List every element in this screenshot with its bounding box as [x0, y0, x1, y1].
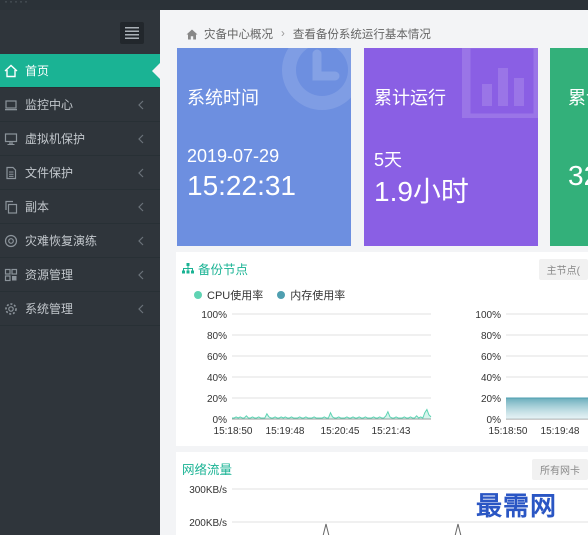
breadcrumb-separator-icon: › [281, 28, 285, 40]
legend-dot [277, 291, 286, 299]
card-time: 15:22:31 [187, 170, 296, 201]
panel-title: 备份节点 [182, 259, 248, 278]
x-tick-label: 15:19:48 [541, 426, 580, 437]
y-tick-label: 60% [207, 352, 227, 363]
bar-chart-icon [462, 48, 538, 118]
card-days: 5天 [374, 150, 403, 170]
sidebar-item-label: 资源管理 [25, 268, 74, 282]
sitemap-icon [182, 263, 194, 274]
breadcrumb-home[interactable]: 灾备中心概况 [204, 26, 273, 42]
cpu-memory-chart: 0% 20% 40% 60% 80% 100% 15:18:50 15:19:48 15:20:… [201, 310, 588, 437]
sidebar-item-copies[interactable]: 副本 [0, 190, 160, 224]
copy-icon [4, 200, 18, 214]
app-title: ····· [4, 0, 29, 8]
chart-legend: CPU使用率 内存使用率 [194, 287, 359, 303]
sidebar-item-home[interactable]: 首页 [0, 54, 160, 88]
y-tick-label: 20% [481, 394, 501, 405]
chevron-left-icon [138, 99, 144, 113]
y-tick-label: 300KB/s [189, 485, 227, 496]
x-tick-label: 15:20:45 [321, 426, 360, 437]
sidebar-item-monitor[interactable]: 监控中心 [0, 88, 160, 122]
panel-title: 网络流量 [182, 459, 232, 478]
sidebar: 首页 监控中心 虚拟机保护 文件保护 副本 灾难恢复演练 资源管理 系统管理 [0, 10, 160, 535]
breadcrumb-current: 查看备份系统运行基本情况 [292, 29, 431, 41]
card-title: 系统时间 [187, 88, 259, 108]
nic-selector[interactable]: 所有网卡 [532, 459, 588, 480]
x-tick-label: 15:18:50 [489, 426, 528, 437]
card-date: 2019-07-29 [187, 146, 280, 166]
card-value: 32 [568, 160, 588, 191]
legend-label: 内存使用率 [290, 290, 346, 302]
lifebuoy-icon [4, 234, 18, 248]
sidebar-item-system[interactable]: 系统管理 [0, 292, 160, 326]
system-time-card: 系统时间 2019-07-29 15:22:31 [177, 48, 351, 246]
y-tick-label: 40% [481, 373, 501, 384]
y-tick-label: 100% [201, 310, 227, 321]
top-bar: ····· [0, 0, 588, 10]
sidebar-item-label: 虚拟机保护 [25, 132, 86, 146]
card-title: 累计 [568, 88, 588, 108]
sidebar-item-resources[interactable]: 资源管理 [0, 258, 160, 292]
sidebar-item-file-protection[interactable]: 文件保护 [0, 156, 160, 190]
gear-icon [4, 302, 18, 316]
x-tick-label: 15:19:48 [266, 426, 305, 437]
y-tick-label: 200KB/s [189, 518, 227, 529]
sidebar-item-label: 首页 [25, 64, 50, 78]
chevron-left-icon [138, 201, 144, 215]
node-selector[interactable]: 主节点( [538, 259, 588, 280]
y-tick-label: 20% [207, 394, 227, 405]
traffic-spike [454, 523, 462, 535]
chevron-left-icon [138, 133, 144, 147]
y-tick-label: 40% [207, 373, 227, 384]
sidebar-item-label: 副本 [25, 200, 50, 214]
monitor-icon [4, 98, 18, 112]
card-hours: 1.9小时 [374, 176, 469, 207]
uptime-card: 累计运行 5天 1.9小时 [364, 48, 538, 246]
desktop-icon [4, 132, 18, 146]
sidebar-item-dr-drill[interactable]: 灾难恢复演练 [0, 224, 160, 258]
legend-label: CPU使用率 [207, 290, 264, 302]
home-icon[interactable] [186, 29, 198, 40]
file-icon [4, 166, 18, 180]
sidebar-item-label: 文件保护 [25, 166, 74, 180]
menu-toggle-button[interactable] [120, 22, 144, 44]
cumulative-card: 累计 32 [550, 48, 588, 246]
y-tick-label: 0% [487, 415, 502, 426]
panel-title-text: 网络流量 [182, 463, 233, 477]
chevron-left-icon [138, 167, 144, 181]
memory-series-area [506, 398, 588, 419]
chevron-left-icon [138, 303, 144, 317]
y-tick-label: 60% [481, 352, 501, 363]
backup-node-panel: 备份节点 主节点( CPU使用率 内存使用率 0% 20% 40% 60% 80% 100… [176, 252, 588, 446]
watermark: 最需网 [476, 492, 558, 522]
breadcrumb: 灾备中心概况 › 查看备份系统运行基本情况 [186, 26, 431, 42]
sidebar-item-label: 灾难恢复演练 [25, 234, 98, 248]
card-title: 累计运行 [374, 88, 446, 108]
panel-title-text: 备份节点 [198, 263, 249, 277]
x-tick-label: 15:18:50 [214, 426, 253, 437]
chevron-left-icon [138, 235, 144, 249]
y-tick-label: 0% [213, 415, 228, 426]
grid-icon [4, 268, 18, 282]
sidebar-item-label: 监控中心 [25, 98, 74, 112]
sidebar-nav: 首页 监控中心 虚拟机保护 文件保护 副本 灾难恢复演练 资源管理 系统管理 [0, 54, 160, 326]
x-tick-label: 15:21:43 [372, 426, 411, 437]
y-tick-label: 100% [475, 310, 501, 321]
hamburger-icon [125, 27, 139, 39]
sidebar-item-label: 系统管理 [25, 302, 74, 316]
legend-cpu[interactable]: CPU使用率 [194, 287, 263, 303]
clock-icon [282, 48, 351, 110]
home-icon [4, 64, 18, 78]
y-tick-label: 80% [207, 331, 227, 342]
legend-dot [194, 291, 202, 299]
chevron-left-icon [138, 269, 144, 283]
traffic-spike [322, 523, 330, 535]
legend-memory[interactable]: 内存使用率 [277, 287, 345, 303]
sidebar-item-vm-protection[interactable]: 虚拟机保护 [0, 122, 160, 156]
y-tick-label: 80% [481, 331, 501, 342]
